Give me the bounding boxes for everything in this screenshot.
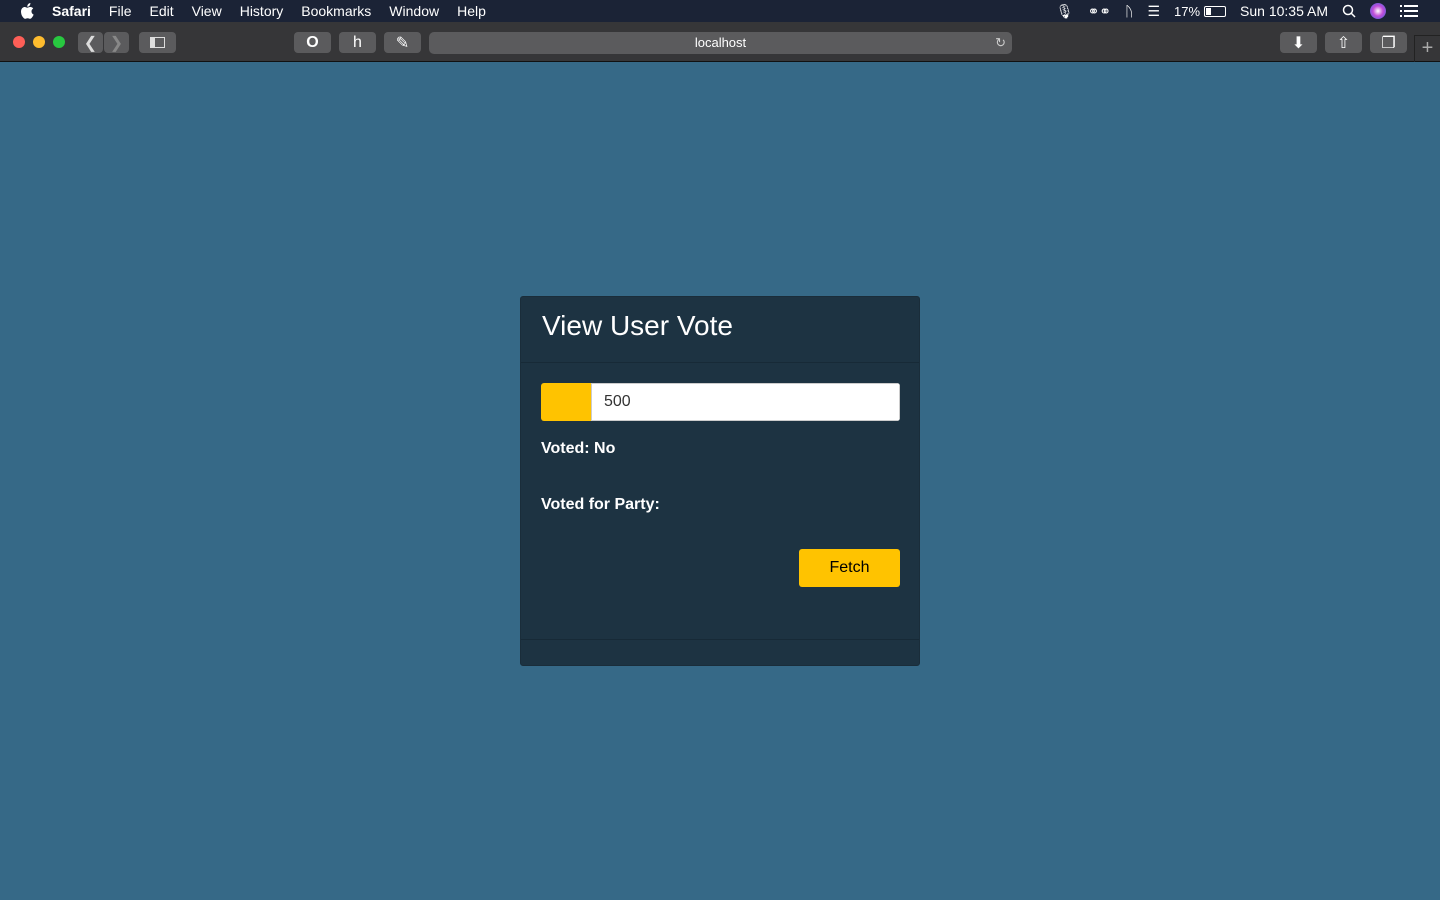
menu-history[interactable]: History: [240, 3, 284, 19]
download-icon: ⬇: [1291, 34, 1306, 52]
notification-center-icon[interactable]: [1400, 5, 1418, 17]
menu-edit[interactable]: Edit: [149, 3, 173, 19]
menu-app-name[interactable]: Safari: [52, 3, 91, 19]
user-id-input-group: 500: [541, 383, 900, 421]
tabs-overview-button[interactable]: ❐: [1370, 32, 1407, 53]
zoom-window-button[interactable]: [53, 36, 65, 48]
close-window-button[interactable]: [13, 36, 25, 48]
address-bar[interactable]: localhost ↻: [429, 32, 1012, 54]
menu-help[interactable]: Help: [457, 3, 486, 19]
share-button[interactable]: ⇧: [1325, 32, 1362, 53]
status-area: 🎙 ⚭⚭ ᚢ ☰ 17% Sun 10:35 AM: [1056, 0, 1440, 22]
menu-view[interactable]: View: [192, 3, 222, 19]
honey-extension-icon: h: [353, 33, 362, 51]
bluetooth-icon[interactable]: ᚢ: [1125, 3, 1133, 19]
battery-icon[interactable]: [1204, 5, 1227, 17]
chevron-right-icon: ❯: [109, 34, 124, 52]
siri-icon[interactable]: [1370, 3, 1386, 19]
extension-button-3[interactable]: ✎: [384, 32, 421, 53]
extension-button-1[interactable]: O: [294, 32, 331, 53]
pen-tool-icon: ✎: [395, 34, 410, 52]
sidebar-icon: [150, 37, 165, 48]
tabs-icon: ❐: [1381, 34, 1396, 52]
card-title: View User Vote: [521, 297, 919, 363]
forward-button[interactable]: ❯: [104, 32, 129, 53]
glasses-icon[interactable]: ⚭⚭: [1088, 3, 1111, 20]
downloads-button[interactable]: ⬇: [1280, 32, 1317, 53]
voted-status: Voted: No: [541, 440, 616, 457]
sidebar-button[interactable]: [139, 32, 176, 53]
minimize-window-button[interactable]: [33, 36, 45, 48]
new-tab-button[interactable]: +: [1414, 35, 1440, 62]
plus-icon: +: [1421, 37, 1434, 59]
voted-party: Voted for Party:: [541, 496, 660, 513]
microphone-muted-icon[interactable]: 🎙: [1056, 3, 1074, 20]
clock[interactable]: Sun 10:35 AM: [1240, 3, 1328, 19]
battery-percent[interactable]: 17%: [1174, 4, 1200, 19]
menu-window[interactable]: Window: [389, 3, 439, 19]
url-text: localhost: [694, 35, 747, 50]
extension-button-2[interactable]: h: [339, 32, 376, 53]
wifi-icon[interactable]: ☰: [1147, 3, 1160, 20]
chevron-left-icon: ❮: [83, 34, 98, 52]
fetch-button[interactable]: Fetch: [799, 549, 900, 587]
view-user-vote-card: View User Vote 500 Voted: No Voted for P…: [520, 296, 920, 666]
browser-toolbar: ❮ ❯ O h ✎ localhost ↻ ⬇ ⇧ ❐ +: [0, 22, 1440, 62]
menu-file[interactable]: File: [109, 3, 132, 19]
opera-extension-icon: O: [306, 33, 319, 51]
user-id-input[interactable]: 500: [591, 383, 900, 421]
card-footer: [521, 639, 919, 665]
menu-bookmarks[interactable]: Bookmarks: [301, 3, 371, 19]
reload-icon[interactable]: ↻: [995, 32, 1006, 54]
menu-bar: Safari File Edit View History Bookmarks …: [0, 0, 1440, 22]
apple-icon[interactable]: [20, 3, 34, 19]
spotlight-search-icon[interactable]: [1342, 4, 1356, 18]
input-addon: [541, 383, 591, 421]
share-icon: ⇧: [1336, 34, 1351, 52]
back-button[interactable]: ❮: [78, 32, 103, 53]
